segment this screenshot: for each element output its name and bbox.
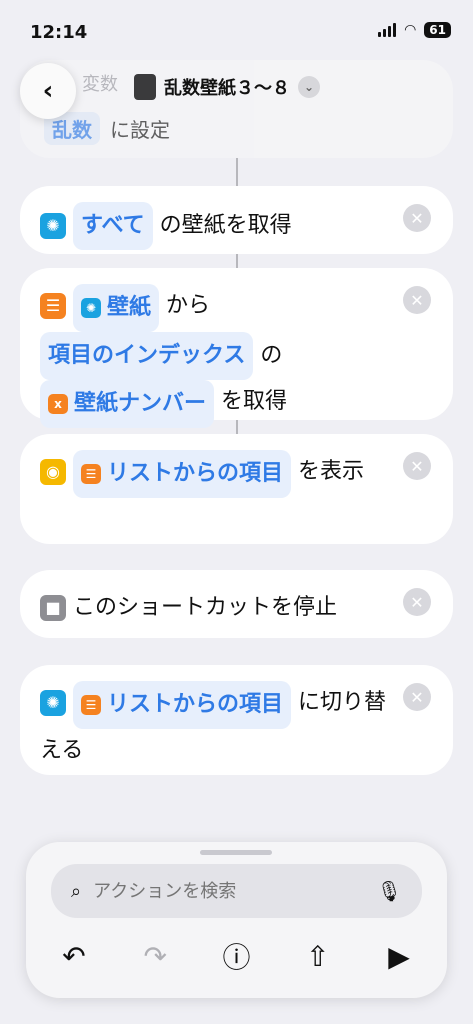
set-variable-line: 乱数 に設定 [44, 112, 170, 145]
connector-line [236, 254, 238, 268]
list-icon: ☰ [81, 695, 101, 715]
wallpaper-number-token[interactable]: x 壁紙ナンバー [40, 380, 215, 428]
action-card-switch-wallpaper[interactable]: ✺ ☰ リストからの項目 に切り替える ✕ [20, 665, 453, 775]
shortcut-name: 乱数壁紙３～８ [164, 78, 290, 99]
action-card-show-result[interactable]: ◉ ☰ リストからの項目 を表示 ✕ [20, 434, 453, 544]
wallpaper-icon: ✺ [40, 213, 66, 239]
close-icon: ✕ [410, 687, 424, 707]
action-label: を表示 [298, 459, 365, 484]
stop-icon: ■ [40, 595, 66, 621]
close-icon: ✕ [410, 290, 424, 310]
quick-look-icon: ◉ [40, 459, 66, 485]
chevron-left-icon: ‹ [42, 76, 54, 106]
chevron-down-icon: ⌄ [298, 76, 320, 98]
battery-badge: 61 [424, 22, 451, 38]
shortcut-title[interactable]: 乱数壁紙３～８ ⌄ [134, 74, 320, 100]
action-search-sheet: ⌕ 🎙 ↶ ↷ ⓘ ⇧ ▶ [26, 842, 447, 998]
cellular-signal-icon [378, 23, 397, 37]
run-icon[interactable]: ▶ [379, 940, 419, 973]
list-icon: ☰ [81, 464, 101, 484]
clock: 12:14 [30, 22, 88, 43]
undo-icon[interactable]: ↶ [54, 940, 94, 973]
wifi-icon: ◠ [404, 22, 417, 38]
faded-variable-label: 変数 [82, 74, 118, 95]
share-icon[interactable]: ⇧ [298, 940, 338, 973]
action-text: ◉ ☰ リストからの項目 を表示 [40, 450, 393, 498]
redo-icon[interactable]: ↷ [135, 940, 175, 973]
item-index-token[interactable]: 項目のインデックス [40, 332, 254, 380]
list-item-token[interactable]: ☰ リストからの項目 [73, 450, 292, 498]
bottom-toolbar: ↶ ↷ ⓘ ⇧ ▶ [54, 936, 419, 976]
close-icon: ✕ [410, 592, 424, 612]
wallpaper-icon: ✺ [40, 690, 66, 716]
of-label: の [260, 343, 283, 368]
connector-line [236, 158, 238, 186]
search-input[interactable] [91, 879, 377, 903]
wallpaper-icon: ✺ [81, 298, 101, 318]
close-icon: ✕ [410, 456, 424, 476]
action-text: ☰ ✺ 壁紙 から 項目のインデックス の x 壁紙ナンバー を取得 [40, 284, 393, 428]
variable-x-icon: x [48, 394, 68, 414]
remove-action-button[interactable]: ✕ [403, 588, 431, 616]
remove-action-button[interactable]: ✕ [403, 286, 431, 314]
action-label: の壁紙を取得 [159, 213, 292, 238]
action-label: このショートカットを停止 [73, 595, 338, 620]
search-icon: ⌕ [71, 880, 82, 902]
action-text: ✺ すべて の壁紙を取得 [40, 202, 393, 250]
remove-action-button[interactable]: ✕ [403, 683, 431, 711]
action-card-get-item[interactable]: ☰ ✺ 壁紙 から 項目のインデックス の x 壁紙ナンバー を取得 ✕ [20, 268, 453, 428]
back-button[interactable]: ‹ [20, 63, 76, 119]
all-token[interactable]: すべて [73, 202, 153, 250]
status-icons: ◠ 61 [378, 22, 451, 38]
microphone-icon[interactable]: 🎙 [377, 879, 402, 903]
info-icon[interactable]: ⓘ [217, 936, 257, 976]
set-variable-text: に設定 [110, 118, 170, 142]
action-card-get-wallpapers[interactable]: ✺ すべて の壁紙を取得 ✕ [20, 186, 453, 254]
search-bar[interactable]: ⌕ 🎙 [51, 864, 422, 918]
close-icon: ✕ [410, 208, 424, 228]
from-label: から [166, 293, 211, 318]
action-card-stop-shortcut[interactable]: ■ このショートカットを停止 ✕ [20, 570, 453, 638]
remove-action-button[interactable]: ✕ [403, 452, 431, 480]
calculator-icon [134, 74, 156, 100]
get-label: を取得 [221, 389, 288, 414]
remove-action-button[interactable]: ✕ [403, 204, 431, 232]
sheet-handle[interactable] [200, 850, 272, 855]
wallpaper-token[interactable]: ✺ 壁紙 [73, 284, 160, 332]
status-bar: 12:14 ◠ 61 [0, 0, 473, 62]
action-text: ■ このショートカットを停止 [40, 586, 393, 630]
list-item-token[interactable]: ☰ リストからの項目 [73, 681, 292, 729]
list-icon: ☰ [40, 293, 66, 319]
action-text: ✺ ☰ リストからの項目 に切り替える [40, 681, 393, 773]
